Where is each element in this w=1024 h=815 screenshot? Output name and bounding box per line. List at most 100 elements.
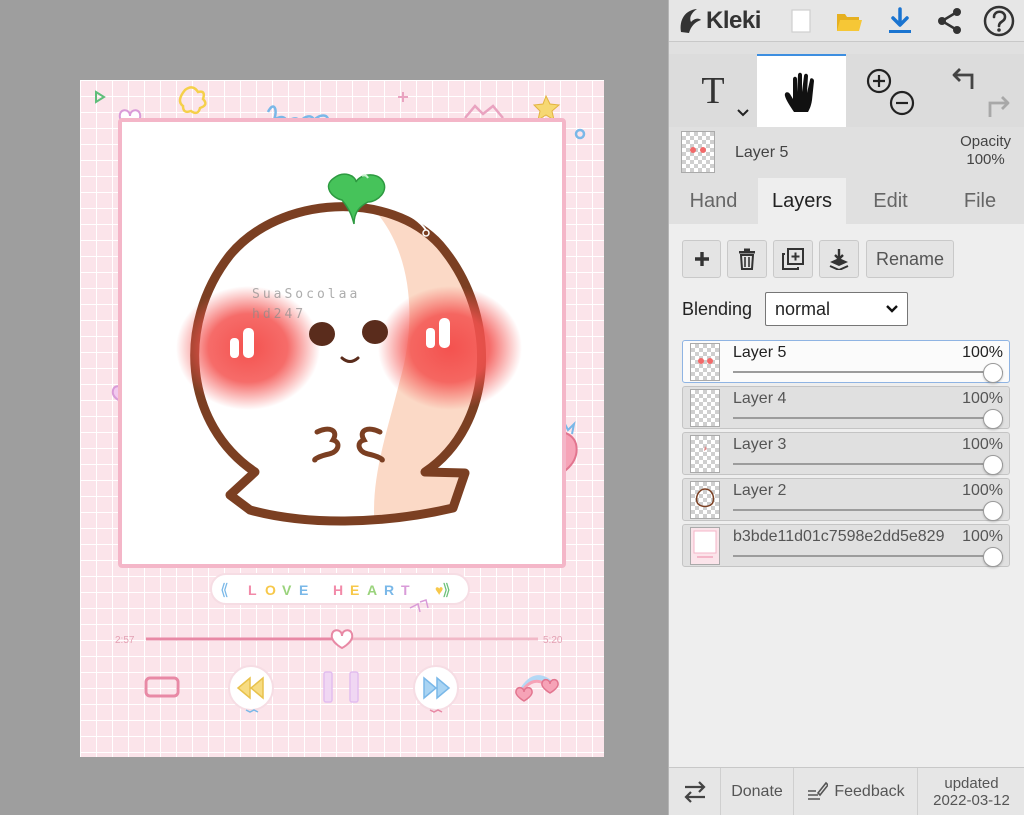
banner-letter: R — [384, 582, 394, 598]
repeat-icon — [144, 676, 180, 698]
layer-row[interactable]: Layer 2 100% — [682, 478, 1010, 521]
canvas-area[interactable]: SuaSocolaa hd247 ⟪ LOVE HEART ♥ ⟫ 2:57 5… — [0, 0, 668, 815]
watermark-line-2: hd247 — [252, 307, 306, 322]
tab-edit[interactable]: Edit — [846, 178, 935, 224]
updated-label: updated — [944, 775, 999, 792]
pause-icon — [323, 671, 333, 703]
artwork-canvas[interactable]: SuaSocolaa hd247 ⟪ LOVE HEART ♥ ⟫ 2:57 5… — [80, 80, 604, 757]
layer-name: Layer 4 — [733, 390, 787, 407]
kleki-logo[interactable]: Kleki — [677, 4, 761, 38]
plus-icon — [694, 252, 709, 266]
share-button[interactable] — [926, 0, 974, 42]
text-tool-button[interactable]: T — [669, 54, 757, 127]
undo-icon[interactable] — [952, 67, 974, 89]
open-button[interactable] — [825, 0, 873, 42]
zoom-in-icon[interactable] — [866, 68, 891, 93]
delete-layer-button[interactable] — [727, 240, 767, 278]
watermark-line-1: SuaSocolaa — [252, 287, 360, 302]
layer-thumbnail-art — [693, 530, 717, 558]
time-total: 5:20 — [543, 635, 563, 646]
banner-letter: O — [265, 582, 276, 598]
opacity-value: 100% — [966, 151, 1005, 168]
layer-row[interactable]: b3bde11d01c7598e2dd5e829 100% — [682, 524, 1010, 567]
right-panel: Kleki T Layer 5 Opacity 100% Hand Layers… — [668, 0, 1024, 815]
tab-file[interactable]: File — [935, 178, 1024, 224]
current-layer-name: Layer 5 — [735, 144, 789, 161]
layer-thumbnail-art — [695, 488, 715, 508]
zoom-in-out-icons — [866, 68, 914, 115]
swap-side-button[interactable] — [669, 768, 721, 815]
opacity-slider-track[interactable] — [733, 555, 1003, 557]
blending-mode-select[interactable]: normal — [765, 292, 908, 326]
download-icon — [889, 7, 911, 33]
merge-layer-button[interactable] — [819, 240, 859, 278]
add-layer-button[interactable] — [682, 240, 721, 278]
layer-thumbnail — [690, 389, 720, 427]
layer-thumbnail-art — [704, 446, 707, 451]
chevron-down-icon — [886, 305, 898, 313]
zoom-out-icon[interactable] — [889, 90, 914, 115]
tab-layers[interactable]: Layers — [758, 178, 846, 224]
redo-icon[interactable] — [988, 95, 1010, 117]
opacity-slider-track[interactable] — [733, 509, 1003, 511]
layer-thumbnail-art — [690, 147, 706, 153]
banner-letter: E — [299, 582, 308, 598]
opacity-slider-handle[interactable] — [983, 409, 1003, 429]
tab-hand[interactable]: Hand — [669, 178, 758, 224]
opacity-slider-track[interactable] — [733, 417, 1003, 419]
share-icon — [938, 8, 961, 34]
layer-opacity: 100% — [962, 528, 1003, 545]
progress-heart-knob — [330, 629, 354, 650]
chevron-down-icon[interactable] — [737, 109, 749, 117]
download-button[interactable] — [876, 0, 924, 42]
opacity-slider-track[interactable] — [733, 371, 1003, 373]
duplicate-icon — [782, 248, 804, 270]
layer-thumbnail-art — [698, 358, 713, 364]
opacity-slider-handle[interactable] — [983, 547, 1003, 567]
layer-row[interactable]: Layer 3 100% — [682, 432, 1010, 475]
banner-letter: H — [333, 582, 343, 598]
feedback-pencil-icon — [808, 781, 829, 800]
layer-row[interactable]: Layer 4 100% — [682, 386, 1010, 429]
opacity-slider-handle[interactable] — [983, 363, 1003, 383]
opacity-slider-handle[interactable] — [983, 455, 1003, 475]
swap-arrows-icon — [683, 781, 706, 803]
layer-name: Layer 5 — [733, 344, 787, 361]
new-file-icon — [791, 9, 811, 33]
open-folder-icon — [837, 14, 862, 31]
layer-name: b3bde11d01c7598e2dd5e829 — [733, 528, 945, 545]
layer-name: Layer 2 — [733, 482, 787, 499]
banner-letter: E — [350, 582, 359, 598]
layer-opacity: 100% — [962, 482, 1003, 499]
layer-thumbnail — [690, 343, 720, 381]
donate-button[interactable]: Donate — [721, 768, 794, 815]
rename-layer-button[interactable]: Rename — [866, 240, 954, 278]
app-name: Kleki — [706, 7, 761, 34]
feedback-button[interactable]: Feedback — [794, 768, 918, 815]
kleki-logo-icon — [680, 9, 701, 33]
layer-opacity: 100% — [962, 436, 1003, 453]
bottom-bar: Donate Feedback updated 2022-03-12 — [669, 767, 1024, 815]
current-layer-info: Layer 5 Opacity 100% — [669, 127, 1024, 177]
banner-letter: L — [248, 582, 257, 598]
help-button[interactable] — [975, 0, 1023, 42]
opacity-slider-handle[interactable] — [983, 501, 1003, 521]
banner-letter: V — [282, 582, 292, 598]
hand-tool-button[interactable] — [757, 54, 846, 127]
duplicate-layer-button[interactable] — [773, 240, 813, 278]
blending-label: Blending — [682, 299, 753, 319]
opacity-label: Opacity — [960, 133, 1011, 150]
opacity-slider-track[interactable] — [733, 463, 1003, 465]
panel-tabs: Hand Layers Edit File — [669, 178, 1024, 224]
banner-right-chevrons: ⟫ — [442, 582, 451, 599]
layer-name: Layer 3 — [733, 436, 787, 453]
layers-panel: Rename Blending normal Layer 5 100% Laye… — [669, 224, 1024, 767]
tool-row: T — [669, 54, 1024, 127]
layer-thumbnail — [690, 481, 720, 519]
layer-thumbnail — [690, 435, 720, 473]
layer-thumbnail — [690, 527, 720, 565]
updated-date: 2022-03-12 — [933, 792, 1010, 809]
layer-opacity: 100% — [962, 344, 1003, 361]
layer-row[interactable]: Layer 5 100% — [682, 340, 1010, 383]
new-file-button[interactable] — [777, 0, 825, 42]
